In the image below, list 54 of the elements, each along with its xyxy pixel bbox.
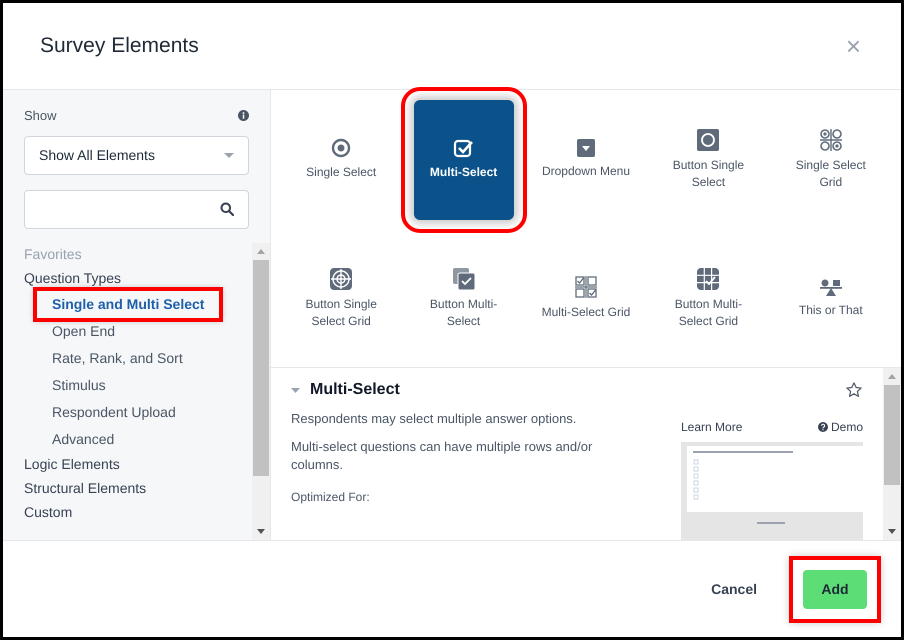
optimized-for-label: Optimized For: (291, 489, 371, 506)
category-subitem[interactable]: Advanced (37, 426, 130, 452)
category-item[interactable]: Structural Elements (24, 476, 252, 500)
show-label: Show (24, 107, 57, 125)
stacked-checkbox-icon (452, 268, 475, 290)
dropdown-icon (576, 139, 595, 157)
checkbox-grid-icon (574, 276, 597, 298)
cancel-button[interactable]: Cancel (697, 568, 771, 610)
caret-icon (224, 152, 234, 158)
element-tile[interactable]: Dropdown Menu (536, 100, 636, 220)
description-text: Respondents may select multiple answer options. (291, 410, 578, 428)
help-icon (818, 422, 828, 432)
scrollbar[interactable] (252, 242, 270, 540)
category-item: Favorites (24, 245, 83, 264)
star-icon[interactable] (845, 381, 863, 399)
element-tile[interactable]: Button Single Select (658, 100, 758, 220)
seesaw-icon (820, 278, 842, 296)
description-text: Multi-select questions can have multiple rows and/or columns. (291, 438, 594, 474)
category-item[interactable]: Logic Elements (24, 452, 252, 476)
search-icon (220, 202, 234, 216)
radio-icon (331, 138, 352, 158)
collapse-caret-icon[interactable] (291, 388, 300, 392)
scroll-up-icon[interactable] (257, 248, 265, 254)
element-tile[interactable]: Button Multi-Select Grid (658, 238, 758, 358)
radio-grid-icon (820, 128, 842, 150)
scroll-down-icon[interactable] (888, 529, 896, 534)
element-tile[interactable]: Button Single Select Grid (291, 238, 392, 358)
category-subitem[interactable]: Stimulus (37, 372, 121, 398)
scroll-down-icon[interactable] (257, 529, 265, 534)
radio-button-icon (697, 128, 720, 150)
element-tile[interactable]: Single Select Grid (780, 100, 881, 220)
scroll-up-icon[interactable] (888, 374, 896, 379)
demo-link[interactable]: Demo (818, 418, 863, 436)
category-subitem[interactable]: Open End (37, 318, 130, 344)
element-tile[interactable]: Single Select (291, 100, 392, 220)
category-subitem[interactable]: Rate, Rank, and Sort (37, 344, 198, 372)
radio-grid-button-icon (330, 268, 352, 290)
show-dropdown[interactable]: Show All Elements (24, 136, 249, 174)
info-icon[interactable] (238, 110, 249, 122)
element-tile[interactable]: This or That (780, 238, 881, 358)
element-tile[interactable]: Multi-Select (414, 100, 514, 220)
element-tile[interactable]: Button Multi-Select (414, 238, 514, 358)
element-tile[interactable]: Multi-Select Grid (536, 238, 636, 358)
add-button[interactable]: Add (803, 570, 867, 608)
checkbox-grid-button-icon (697, 268, 720, 290)
scrollbar[interactable] (883, 368, 901, 540)
dialog-title: Survey Elements (40, 33, 199, 60)
category-subitem[interactable]: Respondent Upload (37, 398, 191, 426)
learn-more-link[interactable]: Learn More (681, 418, 742, 436)
category-item[interactable]: Custom (24, 500, 252, 524)
checkbox-icon (452, 138, 475, 158)
category-item[interactable]: Question Types (24, 266, 252, 290)
detail-title: Multi-Select (310, 380, 400, 400)
search-field[interactable] (24, 190, 249, 228)
